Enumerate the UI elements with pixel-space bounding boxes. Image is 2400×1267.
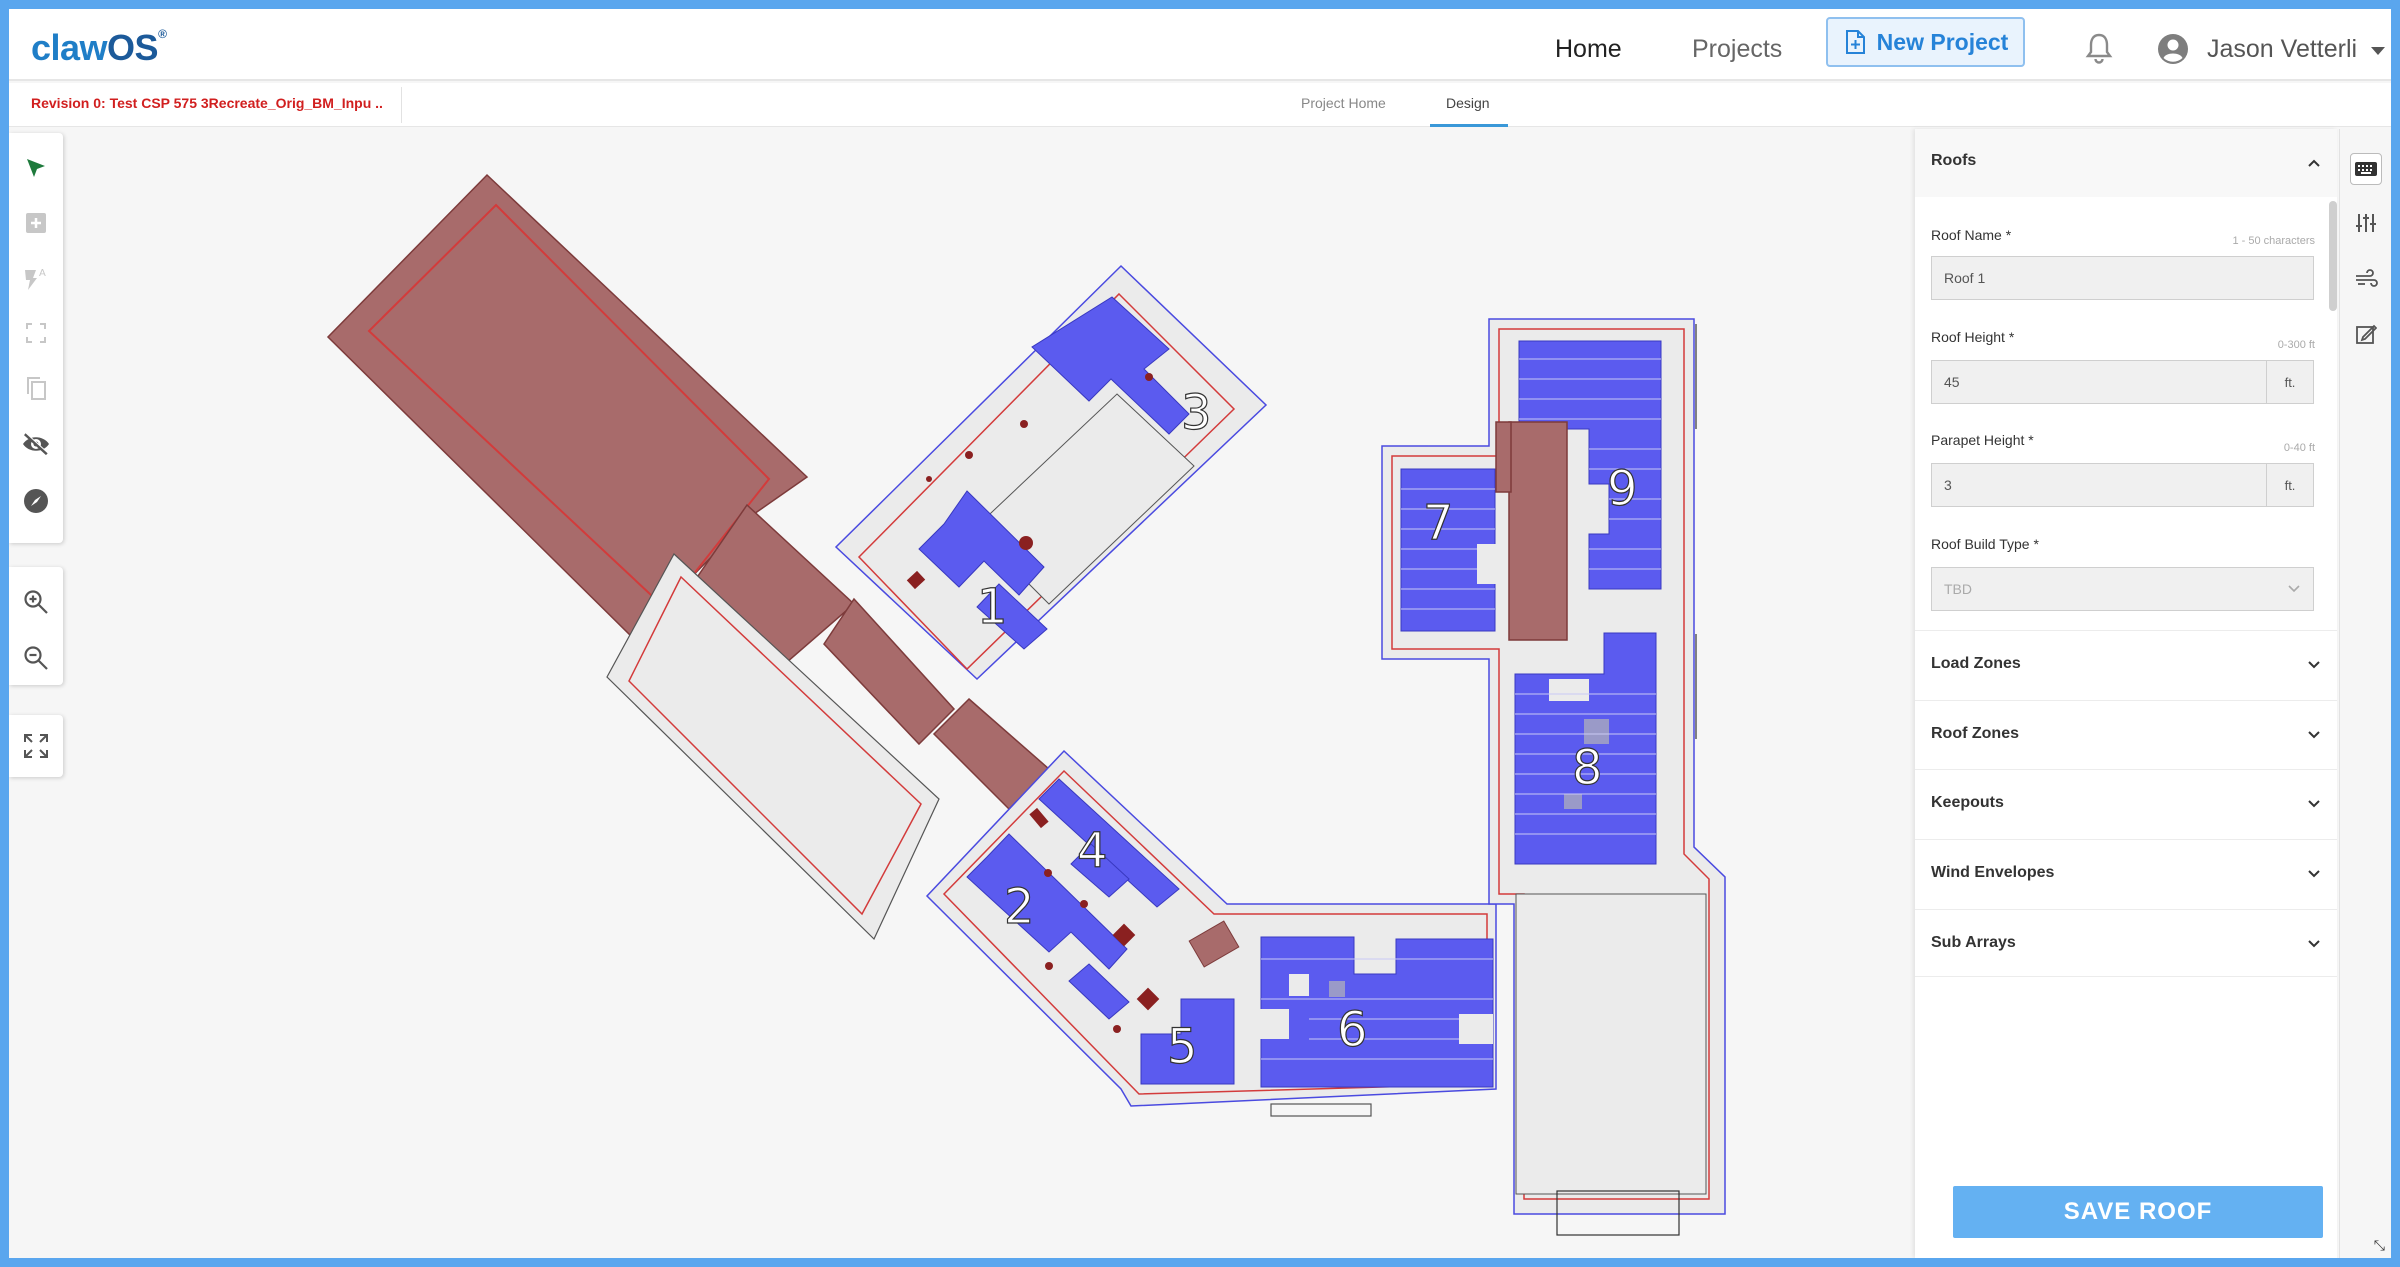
roof-height-label: Roof Height * (1931, 329, 2015, 345)
roof-label-3[interactable]: 3 (1180, 384, 1212, 441)
user-avatar-icon[interactable] (2157, 33, 2189, 65)
app-logo[interactable]: clawOS® (31, 27, 167, 69)
tab-design[interactable]: Design (1446, 95, 1490, 111)
roof-height-unit: ft. (2266, 360, 2314, 404)
top-navbar: clawOS® Home Projects New Project Jason … (9, 9, 2391, 81)
nav-home-link[interactable]: Home (1555, 35, 1622, 64)
roof-name-input[interactable]: Roof 1 (1931, 256, 2314, 300)
section-label: Roof Zones (1931, 725, 2019, 742)
roof-label-9[interactable]: 9 (1606, 460, 1638, 517)
wind-icon[interactable] (2350, 263, 2382, 295)
roof-label-7[interactable]: 7 (1422, 494, 1454, 551)
section-sub-arrays[interactable]: Sub Arrays (1915, 909, 2337, 977)
roof-name-hint: 1 - 50 characters (2232, 235, 2315, 247)
chevron-down-icon (2288, 585, 2300, 593)
selection-frame-icon[interactable] (21, 318, 51, 348)
section-label: Wind Envelopes (1931, 864, 2055, 881)
roof-label-8[interactable]: 8 (1571, 739, 1603, 796)
panel-scrollbar[interactable] (2329, 201, 2337, 311)
fit-tool-palette (9, 715, 63, 777)
section-label: Sub Arrays (1931, 934, 2016, 951)
parapet-height-label: Parapet Height * (1931, 432, 2034, 448)
user-name[interactable]: Jason Vetterli (2207, 35, 2357, 64)
roof-label-6[interactable]: 6 (1336, 1001, 1368, 1058)
parapet-height-unit: ft. (2266, 463, 2314, 507)
save-roof-button[interactable]: SAVE ROOF (1953, 1186, 2323, 1238)
section-keepouts[interactable]: Keepouts (1915, 769, 2337, 837)
roof-label-4[interactable]: 4 (1076, 822, 1108, 879)
section-label: Keepouts (1931, 794, 2004, 811)
hide-icon[interactable] (21, 429, 51, 459)
section-load-zones[interactable]: Load Zones (1915, 630, 2337, 698)
notification-bell-icon[interactable] (2083, 31, 2115, 65)
build-type-select[interactable]: TBD (1931, 567, 2314, 611)
parapet-height-hint: 0-40 ft (2283, 442, 2315, 454)
roofs-panel: Roofs Roof Name * 1 - 50 characters Roof… (1915, 129, 2337, 1258)
roof-design-canvas[interactable]: 1 2 3 4 5 6 7 8 9 (65, 129, 1905, 1258)
auto-layout-icon[interactable]: A (21, 263, 51, 293)
roof-label-2[interactable]: 2 (1003, 878, 1035, 935)
roof-height-input[interactable]: 45 (1931, 360, 2267, 404)
compass-icon[interactable] (21, 486, 51, 516)
sub-header: Revision 0: Test CSP 575 3Recreate_Orig_… (9, 83, 2391, 127)
roof-height-hint: 0-300 ft (2277, 339, 2315, 351)
chevron-up-icon[interactable] (2307, 156, 2321, 170)
section-wind-envelopes[interactable]: Wind Envelopes (1915, 839, 2337, 907)
roof-label-5[interactable]: 5 (1166, 1018, 1198, 1075)
add-icon[interactable] (21, 208, 51, 238)
zoom-in-icon[interactable] (21, 587, 51, 617)
left-tool-palette: A (9, 133, 63, 543)
divider (401, 87, 402, 123)
resize-corner-icon[interactable]: ⤡ (2374, 1237, 2385, 1254)
new-file-icon (1845, 30, 1865, 54)
right-icon-rail: ⤡ (2339, 129, 2391, 1258)
chevron-down-icon (2308, 661, 2320, 669)
revision-title: Revision 0: Test CSP 575 3Recreate_Orig_… (31, 95, 383, 111)
zoom-tool-palette (9, 567, 63, 685)
svg-text:A: A (39, 268, 46, 279)
select-arrow-icon[interactable] (21, 153, 51, 183)
edit-icon[interactable] (2350, 318, 2382, 350)
section-roof-zones[interactable]: Roof Zones (1915, 700, 2337, 768)
keyboard-icon[interactable] (2350, 153, 2382, 185)
chevron-down-icon (2308, 940, 2320, 948)
chevron-down-icon (2308, 731, 2320, 739)
build-type-label: Roof Build Type * (1931, 536, 2039, 552)
roofs-panel-header[interactable]: Roofs (1915, 129, 2337, 197)
roof-wing-upper (834, 264, 1268, 681)
zoom-out-icon[interactable] (21, 643, 51, 673)
app-frame: clawOS® Home Projects New Project Jason … (9, 9, 2391, 1258)
chevron-down-icon (2308, 870, 2320, 878)
section-label: Load Zones (1931, 655, 2021, 672)
roof-name-label: Roof Name * (1931, 227, 2012, 243)
parapet-height-input[interactable]: 3 (1931, 463, 2267, 507)
sliders-icon[interactable] (2350, 207, 2382, 239)
roof-wing-right (1381, 318, 1726, 1236)
fit-screen-icon[interactable] (21, 731, 51, 761)
chevron-down-icon (2308, 800, 2320, 808)
user-menu-caret-icon[interactable] (2371, 47, 2385, 55)
roof-label-1[interactable]: 1 (976, 578, 1008, 635)
tab-project-home[interactable]: Project Home (1301, 95, 1386, 111)
active-tab-indicator (1430, 124, 1508, 127)
nav-projects-link[interactable]: Projects (1692, 35, 1782, 64)
copy-icon[interactable] (21, 373, 51, 403)
new-project-button[interactable]: New Project (1826, 17, 2025, 67)
roofs-panel-title: Roofs (1931, 152, 1977, 169)
build-type-value: TBD (1944, 581, 1972, 597)
